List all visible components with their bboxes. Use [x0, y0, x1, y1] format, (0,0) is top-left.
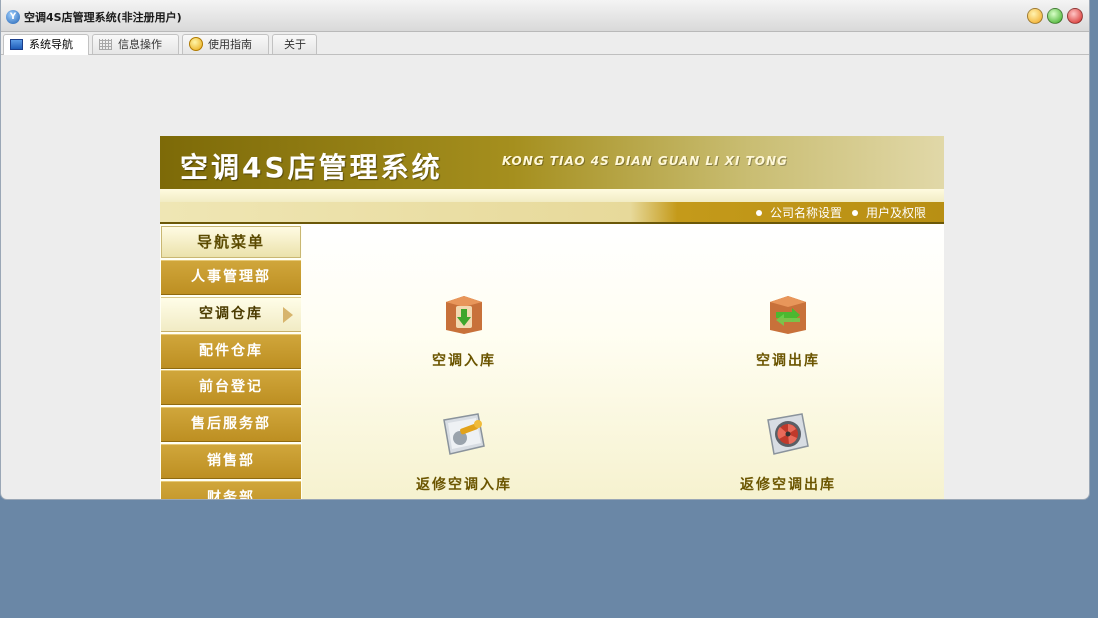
function-label: 空调入库 — [432, 353, 496, 369]
grid-icon — [99, 39, 112, 50]
function-repair-outbound[interactable]: 返修空调出库 — [698, 408, 878, 494]
maximize-button[interactable] — [1047, 8, 1063, 24]
tab-label: 关于 — [284, 38, 306, 51]
menu-item-label: 销售部 — [207, 453, 255, 469]
function-ac-inbound[interactable]: 空调入库 — [374, 292, 554, 370]
tab-label: 系统导航 — [29, 38, 73, 51]
menu-item-label: 人事管理部 — [191, 269, 271, 285]
system-title-pinyin: KONG TIAO 4S DIAN GUAN LI XI TONG — [502, 154, 788, 168]
main-panel: 空调4S店管理系统 KONG TIAO 4S DIAN GUAN LI XI T… — [160, 136, 944, 499]
menu-item-sales[interactable]: 销售部 — [161, 444, 301, 479]
chevron-right-icon — [283, 307, 293, 323]
box-down-arrow-icon — [446, 296, 482, 334]
function-ac-outbound[interactable]: 空调出库 — [698, 292, 878, 370]
tab-label: 信息操作 — [118, 38, 162, 51]
menu-item-label: 财务部 — [207, 490, 255, 499]
tab-about[interactable]: 关于 — [272, 34, 317, 54]
menu-item-label: 空调仓库 — [199, 306, 263, 322]
close-button[interactable] — [1067, 8, 1083, 24]
tab-label: 使用指南 — [208, 38, 252, 51]
app-logo-icon: Y — [6, 10, 20, 24]
menu-item-label: 配件仓库 — [199, 343, 263, 359]
banner-band — [160, 189, 944, 202]
link-bar: 公司名称设置 用户及权限 — [160, 202, 944, 224]
bullet-icon — [851, 210, 858, 216]
header-links: 公司名称设置 用户及权限 — [746, 204, 926, 221]
title-bar: Y 空调4S店管理系统(非注册用户) — [1, 0, 1089, 32]
menu-item-front-desk[interactable]: 前台登记 — [161, 370, 301, 405]
tab-bar: 系统导航 信息操作 使用指南 关于 — [1, 32, 1089, 55]
tab-system-nav[interactable]: 系统导航 — [3, 34, 89, 55]
function-label: 空调出库 — [756, 353, 820, 369]
menu-item-parts-warehouse[interactable]: 配件仓库 — [161, 334, 301, 369]
tab-user-guide[interactable]: 使用指南 — [182, 34, 269, 54]
menu-item-ac-warehouse[interactable]: 空调仓库 — [161, 297, 301, 332]
function-label: 返修空调入库 — [416, 477, 512, 493]
window-title: 空调4S店管理系统(非注册用户) — [24, 11, 182, 24]
company-settings-link[interactable]: 公司名称设置 — [770, 206, 842, 220]
box-swap-arrows-icon — [770, 296, 806, 334]
monitor-icon — [10, 39, 23, 50]
function-label: 返修空调出库 — [740, 477, 836, 493]
nav-menu-header: 导航菜单 — [161, 226, 301, 258]
bullet-icon — [755, 210, 762, 216]
menu-item-label: 售后服务部 — [191, 416, 271, 432]
system-title: 空调4S店管理系统 — [180, 151, 443, 184]
menu-item-label: 前台登记 — [199, 379, 263, 395]
tab-info-ops[interactable]: 信息操作 — [92, 34, 179, 54]
menu-item-hr[interactable]: 人事管理部 — [161, 260, 301, 295]
menu-item-after-sales[interactable]: 售后服务部 — [161, 407, 301, 442]
repair-wrench-icon — [443, 413, 485, 455]
minimize-button[interactable] — [1027, 8, 1043, 24]
header-banner: 空调4S店管理系统 KONG TIAO 4S DIAN GUAN LI XI T… — [160, 136, 944, 189]
function-repair-inbound[interactable]: 返修空调入库 — [374, 408, 554, 494]
bulb-icon — [189, 37, 203, 51]
fan-unit-icon — [767, 413, 809, 455]
menu-item-finance[interactable]: 财务部 — [161, 481, 301, 499]
users-permissions-link[interactable]: 用户及权限 — [866, 206, 926, 220]
